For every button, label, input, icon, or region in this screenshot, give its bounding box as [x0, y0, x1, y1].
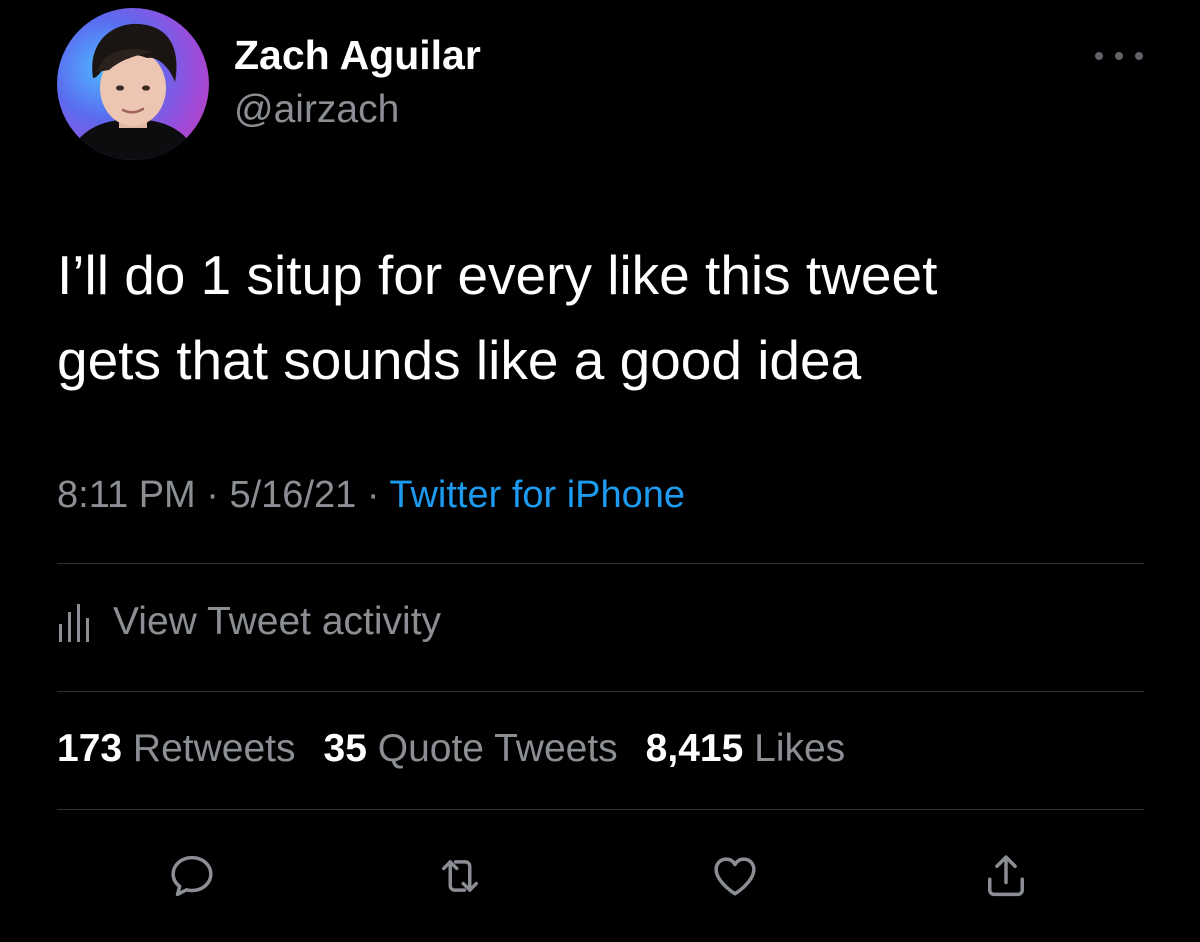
tweet-card: Zach Aguilar @airzach I’ll do 1 situp fo…	[0, 0, 1200, 942]
more-dot	[1135, 52, 1143, 60]
display-name[interactable]: Zach Aguilar	[234, 32, 481, 79]
tweet-source-link[interactable]: Twitter for iPhone	[389, 474, 685, 516]
tweet-text: I’ll do 1 situp for every like this twee…	[57, 244, 938, 391]
divider	[57, 691, 1144, 692]
retweets-count: 173	[57, 727, 123, 770]
tweet-metadata: 8:11 PM · 5/16/21 · Twitter for iPhone	[57, 474, 685, 517]
meta-separator: ·	[195, 474, 230, 516]
quote-tweets-count: 35	[323, 727, 367, 770]
share-icon	[988, 855, 1024, 897]
like-button[interactable]	[705, 848, 765, 904]
likes-count: 8,415	[645, 727, 744, 770]
avatar-image	[67, 23, 199, 160]
share-button[interactable]	[976, 848, 1036, 904]
bar-chart-icon	[59, 604, 89, 642]
retweets-stat[interactable]: 173 Retweets	[57, 727, 296, 771]
retweet-icon	[442, 860, 478, 892]
quote-tweets-stat[interactable]: 35 Quote Tweets	[324, 727, 618, 771]
view-tweet-activity-label: View Tweet activity	[113, 600, 442, 643]
meta-separator: ·	[356, 474, 390, 516]
divider	[57, 809, 1144, 810]
likes-label: Likes	[754, 727, 846, 770]
likes-stat[interactable]: 8,415 Likes	[646, 727, 846, 771]
quote-tweets-label: Quote Tweets	[377, 727, 618, 770]
divider	[57, 563, 1144, 564]
user-handle[interactable]: @airzach	[234, 88, 399, 132]
tweet-date: 5/16/21	[229, 474, 357, 516]
heart-icon	[714, 857, 756, 896]
tweet-time: 8:11 PM	[57, 474, 196, 516]
more-dot	[1115, 52, 1123, 60]
retweet-button[interactable]	[430, 848, 490, 904]
more-horizontal-icon	[1095, 52, 1103, 60]
avatar[interactable]	[57, 8, 209, 160]
engagement-stats: 173 Retweets 35 Quote Tweets 8,415 Likes	[57, 727, 873, 771]
reply-icon	[171, 855, 213, 897]
more-options-button[interactable]	[1095, 46, 1143, 66]
retweets-label: Retweets	[132, 727, 296, 770]
reply-button[interactable]	[162, 848, 222, 904]
view-tweet-activity-button[interactable]: View Tweet activity	[57, 597, 441, 647]
